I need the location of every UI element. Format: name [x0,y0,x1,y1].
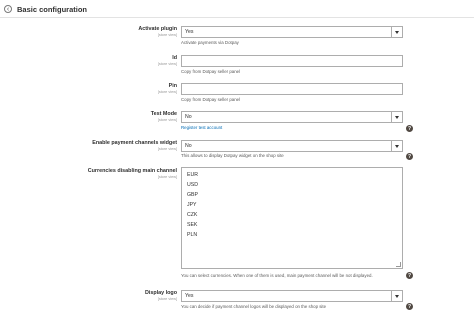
activate-plugin-select[interactable]: Yes [181,26,403,38]
display-logo-select[interactable]: Yes [181,290,403,302]
test-mode-value: No [185,114,192,120]
pin-note: Copy from Dotpay seller panel [181,97,241,102]
currency-option[interactable]: EUR [187,172,198,178]
chevron-down-icon [391,112,402,122]
currencies-note: You can select currencies. When one of t… [181,273,373,278]
activate-plugin-scope: [store view] [157,33,177,37]
test-mode-scope: [store view] [157,118,177,122]
currency-option[interactable]: SEK [187,222,197,228]
activate-plugin-label: Activate plugin [138,26,177,32]
id-label: Id [172,55,177,61]
display-logo-note: You can decide if payment channel logos … [181,304,327,309]
currencies-label: Currencies disabling main channel [87,168,177,174]
section-header[interactable]: ‹ Basic configuration [4,3,87,15]
pin-label: Pin [168,83,177,89]
currency-option[interactable]: JPY [187,202,197,208]
id-input[interactable] [181,55,403,67]
channels-widget-value: No [185,143,192,149]
pin-scope: [store view] [157,90,177,94]
activate-plugin-note: Activate payments via Dotpay [181,40,239,45]
help-icon[interactable]: ? [406,272,413,279]
currency-option[interactable]: USD [187,182,198,188]
section-divider [0,17,474,18]
chevron-down-icon [391,291,402,301]
help-icon[interactable]: ? [406,125,413,132]
pin-input[interactable] [181,83,403,95]
register-test-account-link[interactable]: Register test account [181,125,222,130]
currencies-scope: [store view] [157,175,177,179]
test-mode-label: Test Mode [150,111,177,117]
chevron-down-icon [391,141,402,151]
currency-option[interactable]: PLN [187,232,197,238]
chevron-down-icon [391,27,402,37]
channels-widget-scope: [store view] [157,147,177,151]
collapse-circle-icon[interactable]: ‹ [4,5,12,13]
display-logo-label: Display logo [144,290,177,296]
section-title: Basic configuration [17,4,88,14]
channels-widget-label: Enable payment channels widget [92,140,177,146]
help-icon[interactable]: ? [406,303,413,310]
activate-plugin-value: Yes [185,29,194,35]
id-note: Copy from Dotpay seller panel [181,69,241,74]
currency-option[interactable]: CZK [187,212,197,218]
channels-widget-note: This allows to display Dotpay widget on … [181,153,284,158]
help-icon[interactable]: ? [406,153,413,160]
resize-handle[interactable] [396,262,401,267]
currency-option[interactable]: GBP [187,192,198,198]
id-scope: [store view] [157,62,177,66]
channels-widget-select[interactable]: No [181,140,403,152]
display-logo-value: Yes [185,293,194,299]
display-logo-scope: [store view] [157,297,177,301]
currencies-multiselect[interactable]: EUR USD GBP JPY CZK SEK PLN [181,167,403,269]
test-mode-select[interactable]: No [181,111,403,123]
